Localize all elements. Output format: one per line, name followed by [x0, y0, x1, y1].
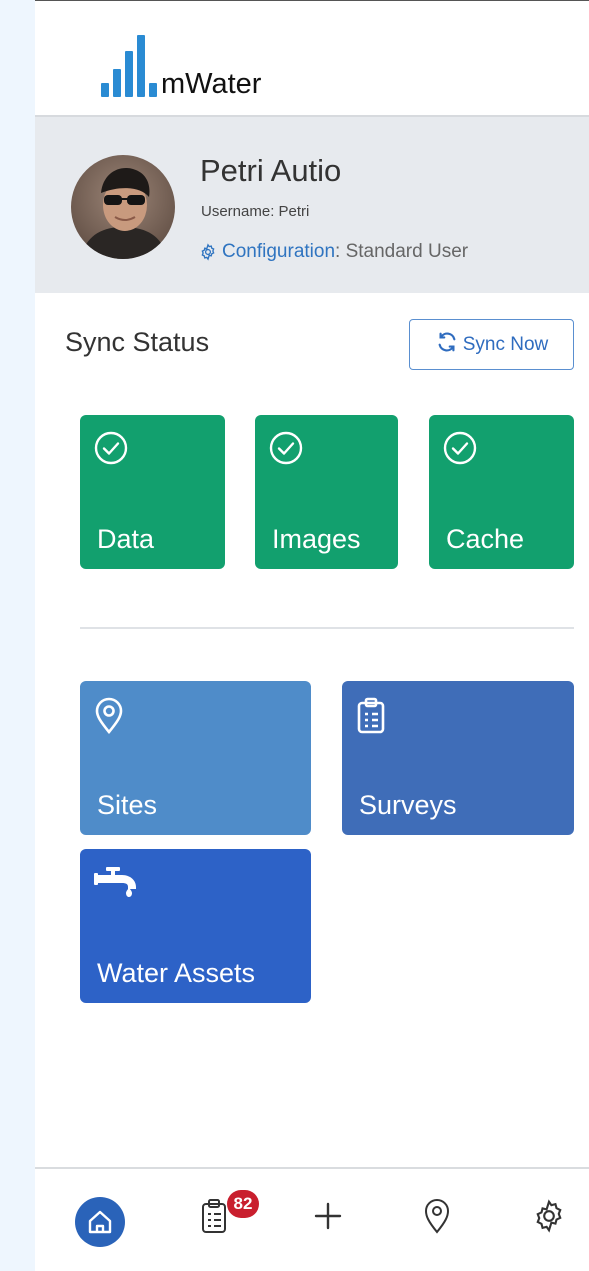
avatar[interactable] [71, 155, 175, 259]
sync-tile-images[interactable]: Images [255, 415, 398, 569]
sync-tile-label: Images [272, 524, 361, 554]
faucet-icon [94, 865, 142, 904]
nav-add[interactable] [303, 1197, 353, 1253]
gear-icon [531, 1197, 567, 1253]
check-circle-icon [443, 431, 477, 470]
water-assets-tile[interactable]: Water Assets [80, 849, 311, 1003]
logo-bars-icon [101, 35, 157, 97]
profile-name: Petri Autio [200, 153, 342, 188]
home-icon [75, 1197, 125, 1247]
nav-settings[interactable] [524, 1197, 574, 1253]
gear-icon [199, 243, 217, 261]
app-header: mWater [35, 1, 589, 115]
map-pin-icon [94, 697, 124, 740]
logo-text: mWater [161, 68, 262, 100]
sync-tile-label: Cache [446, 524, 525, 554]
surveys-label: Surveys [359, 790, 457, 820]
pending-count-badge: 82 [227, 1190, 259, 1218]
sites-tile[interactable]: Sites [80, 681, 311, 835]
map-pin-icon [422, 1197, 452, 1253]
profile-card: Petri Autio Username: Petri Configuratio… [35, 115, 589, 293]
nav-home[interactable] [75, 1197, 125, 1253]
sync-tile-label: Data [97, 524, 155, 554]
configuration-label[interactable]: Configuration [222, 241, 335, 262]
bottom-nav-bar: 82 [35, 1167, 589, 1271]
water-assets-label: Water Assets [97, 958, 256, 988]
check-circle-icon [94, 431, 128, 470]
nav-map[interactable] [412, 1197, 462, 1253]
configuration-link[interactable]: Configuration: Standard User [199, 241, 468, 263]
clipboard-list-icon [356, 697, 386, 740]
check-circle-icon [269, 431, 303, 470]
refresh-icon [435, 331, 459, 359]
sync-now-button[interactable]: Sync Now [409, 319, 574, 370]
profile-username: Username: Petri [201, 203, 310, 220]
sync-tile-data[interactable]: Data [80, 415, 225, 569]
section-divider [80, 627, 574, 629]
mwater-logo: mWater [101, 35, 262, 100]
sync-now-label: Sync Now [462, 333, 549, 355]
sync-tile-cache[interactable]: Cache [429, 415, 574, 569]
sync-status-heading: Sync Status [65, 327, 210, 357]
surveys-tile[interactable]: Surveys [342, 681, 574, 835]
sites-label: Sites [97, 790, 158, 820]
app-window: mWater Petri Autio Username: Petri Confi… [35, 0, 589, 1271]
clipboard-list-icon [199, 1197, 229, 1253]
configuration-value: : Standard User [335, 241, 469, 262]
plus-icon [311, 1197, 345, 1253]
